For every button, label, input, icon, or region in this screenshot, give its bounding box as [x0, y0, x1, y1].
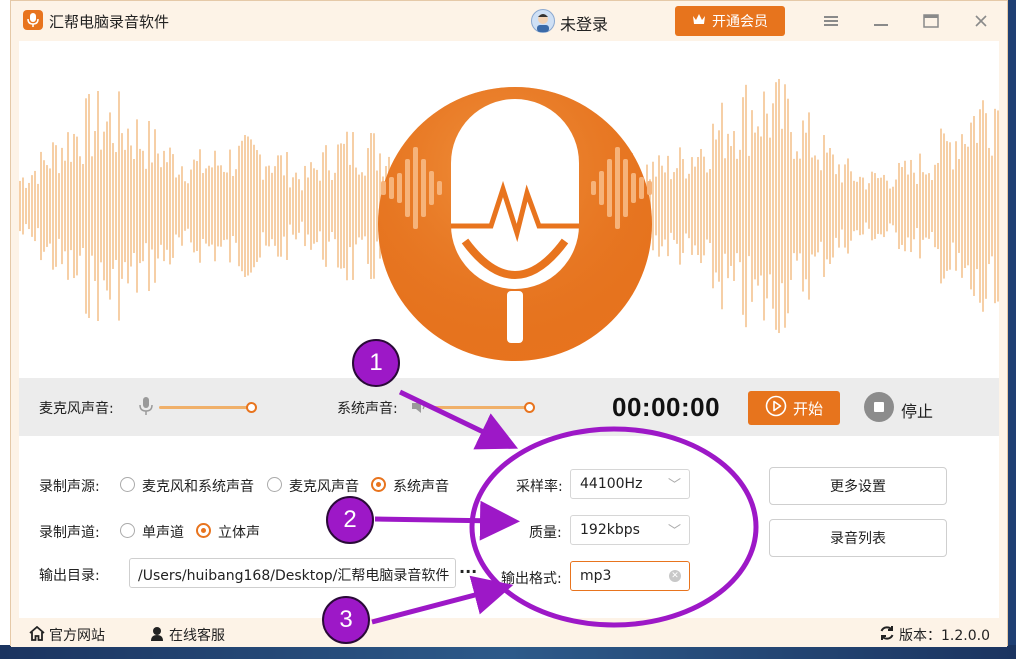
avatar-icon[interactable]	[531, 9, 555, 33]
channel-radio-mono[interactable]	[120, 523, 135, 538]
footer-bar: 官方网站 在线客服 版本：1.2.0.0	[11, 619, 1007, 647]
output-dir-label: 输出目录:	[39, 568, 100, 584]
channel-radio-stereo[interactable]	[196, 523, 211, 538]
hero-banner	[19, 41, 999, 378]
start-button-label: 开始	[792, 399, 823, 418]
clear-icon[interactable]: ✕	[669, 570, 681, 582]
minimize-icon[interactable]	[869, 9, 893, 33]
close-icon[interactable]	[969, 9, 993, 33]
support-link[interactable]: 在线客服	[149, 625, 225, 645]
quality-value: 192kbps	[580, 522, 640, 538]
sample-rate-label: 采样率:	[516, 479, 563, 495]
annotation-badge-2: 2	[326, 496, 374, 544]
stop-icon[interactable]	[864, 392, 894, 422]
vip-button[interactable]: 开通会员	[675, 6, 785, 36]
refresh-icon	[879, 625, 895, 645]
annotation-badge-3: 3	[322, 596, 370, 644]
version-label: 版本：1.2.0.0	[899, 628, 990, 644]
app-title: 汇帮电脑录音软件	[49, 13, 170, 31]
source-option-mic-system[interactable]: 麦克风和系统声音	[142, 476, 254, 496]
source-radio-mic[interactable]	[267, 477, 282, 492]
source-radio-system[interactable]	[371, 477, 386, 492]
microphone-logo-icon	[378, 87, 652, 361]
headset-icon	[149, 626, 165, 645]
version-info[interactable]: 版本：1.2.0.0	[879, 625, 990, 645]
support-label: 在线客服	[169, 628, 225, 644]
recording-timer: 00:00:00	[612, 392, 721, 422]
sample-rate-value: 44100Hz	[580, 476, 643, 492]
system-volume-slider[interactable]	[433, 406, 529, 409]
browse-folder-button[interactable]: ···	[459, 562, 477, 581]
source-label: 录制声源:	[39, 479, 100, 495]
app-window: 汇帮电脑录音软件 未登录 开通会员 麦克风声音: 系统声音: 00:00:00 …	[10, 0, 1008, 647]
annotation-badge-1: 1	[352, 339, 400, 387]
start-button[interactable]: 开始	[748, 391, 840, 425]
source-option-system[interactable]: 系统声音	[393, 476, 449, 496]
chevron-down-icon: ﹀	[667, 524, 681, 539]
record-list-button[interactable]: 录音列表	[769, 519, 947, 557]
play-icon	[765, 395, 787, 421]
source-radio-mic-system[interactable]	[120, 477, 135, 492]
mic-volume-label: 麦克风声音:	[39, 401, 114, 417]
system-volume-label: 系统声音:	[337, 401, 398, 417]
mic-volume-slider[interactable]	[159, 406, 251, 409]
output-dir-field[interactable]: /Users/huibang168/Desktop/汇帮电脑录音软件	[129, 558, 456, 588]
format-select[interactable]: mp3 ✕	[570, 561, 690, 591]
vip-button-label: 开通会员	[712, 14, 768, 30]
quality-select[interactable]: 192kbps ﹀	[570, 515, 690, 545]
website-link[interactable]: 官方网站	[29, 625, 105, 645]
website-label: 官方网站	[49, 628, 105, 644]
channel-option-stereo[interactable]: 立体声	[218, 522, 260, 542]
system-volume-handle[interactable]	[524, 402, 535, 413]
mic-volume-handle[interactable]	[246, 402, 257, 413]
chevron-down-icon: ﹀	[667, 478, 681, 493]
app-logo-icon	[23, 10, 43, 30]
crown-icon	[692, 13, 706, 29]
desktop-wallpaper	[0, 645, 1016, 659]
login-status[interactable]: 未登录	[560, 11, 608, 35]
settings-panel: 录制声源: 麦克风和系统声音 麦克风声音 系统声音 录制声道: 单声道 立体声 …	[19, 436, 999, 618]
channel-label: 录制声道:	[39, 525, 100, 541]
more-settings-button[interactable]: 更多设置	[769, 467, 947, 505]
maximize-icon[interactable]	[919, 9, 943, 33]
channel-option-mono[interactable]: 单声道	[142, 522, 184, 542]
menu-icon[interactable]	[819, 9, 843, 33]
stop-button-label[interactable]: 停止	[901, 398, 933, 422]
sample-rate-select[interactable]: 44100Hz ﹀	[570, 469, 690, 499]
home-icon	[29, 625, 45, 645]
speaker-icon	[411, 398, 429, 418]
microphone-icon	[139, 396, 153, 420]
quality-label: 质量:	[529, 525, 562, 541]
format-value: mp3	[580, 568, 612, 584]
format-label: 输出格式:	[501, 571, 562, 587]
desktop-strip	[0, 0, 10, 659]
source-option-mic[interactable]: 麦克风声音	[289, 476, 359, 496]
control-bar: 麦克风声音: 系统声音: 00:00:00 开始 停止	[19, 378, 999, 436]
title-bar: 汇帮电脑录音软件 未登录 开通会员	[11, 1, 1007, 41]
